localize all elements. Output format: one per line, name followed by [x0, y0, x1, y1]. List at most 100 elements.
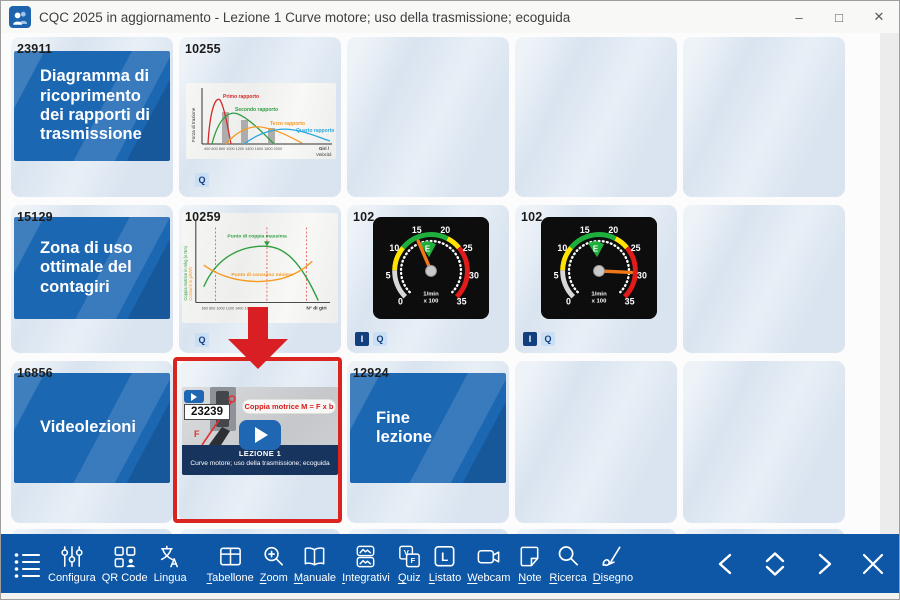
slide-tile: Zona di uso ottimale del contagiri	[14, 217, 170, 319]
toolbar-disegno[interactable]: Disegno	[590, 543, 636, 584]
svg-text:25: 25	[463, 243, 473, 253]
slide-card-gauge-1[interactable]: 102 0 5 10 15 20 25 30 35	[347, 205, 509, 353]
slide-number: 12924	[353, 366, 389, 380]
toolbar-configura[interactable]: Configura	[45, 543, 99, 584]
images-icon	[352, 543, 379, 570]
toolbar-listato[interactable]: L Listato	[426, 543, 464, 584]
svg-text:30: 30	[637, 271, 647, 281]
slide-card-16856[interactable]: Videolezioni 16856	[11, 361, 173, 523]
toolbar-tabellone[interactable]: Tabellone	[204, 543, 257, 584]
toolbar-list-button[interactable]	[9, 549, 45, 579]
svg-text:0: 0	[398, 296, 403, 306]
maximize-button[interactable]: □	[819, 1, 859, 33]
svg-text:x 100: x 100	[592, 298, 607, 304]
info-badge[interactable]: I	[523, 332, 537, 346]
gear-ratio-chart-thumbnail: Primo rapporto Secondo rapporto Terzo ra…	[186, 83, 336, 159]
toolbar-ricerca[interactable]: Ricerca	[546, 543, 589, 584]
tachometer-thumbnail: 0 5 10 15 20 25 30 35 E 1/min x 100	[541, 217, 657, 319]
title-bar: CQC 2025 in aggiornamento - Lezione 1 Cu…	[1, 1, 899, 33]
search-icon	[555, 543, 582, 570]
svg-text:Secondo rapporto: Secondo rapporto	[235, 107, 278, 113]
empty-slide-card[interactable]	[515, 37, 677, 197]
svg-text:25: 25	[631, 243, 641, 253]
scrollbar-track[interactable]	[880, 33, 900, 534]
slide-card-gauge-2[interactable]: 102 0 5 10 15 20 25 30 35	[515, 205, 677, 353]
svg-text:E: E	[425, 244, 430, 253]
svg-text:20: 20	[608, 225, 618, 235]
svg-text:20: 20	[440, 225, 450, 235]
svg-text:Punto di consumo minimo: Punto di consumo minimo	[231, 272, 293, 278]
expand-collapse-button[interactable]	[759, 544, 791, 584]
empty-slide-card[interactable]	[515, 361, 677, 523]
toolbar-integrativi[interactable]: Integrativi	[339, 543, 393, 584]
slide-number: 15129	[17, 210, 53, 224]
svg-text:35: 35	[457, 296, 467, 306]
svg-text:5: 5	[554, 271, 559, 281]
svg-text:Forza di trazione: Forza di trazione	[191, 107, 196, 142]
close-button[interactable]: ✕	[859, 1, 899, 33]
book-icon	[301, 543, 328, 570]
tachometer-thumbnail: 0 5 10 15 20 25 30 35 E 1/min x 100	[373, 217, 489, 319]
close-icon	[859, 550, 887, 578]
toolbar-webcam[interactable]: Webcam	[464, 543, 513, 584]
next-button[interactable]	[808, 544, 840, 584]
toolbar-note[interactable]: Note	[513, 543, 546, 584]
true-false-icon: V F	[396, 543, 423, 570]
chevron-left-icon	[711, 549, 741, 579]
svg-text:10: 10	[389, 243, 399, 253]
svg-text:30: 30	[469, 271, 479, 281]
svg-text:400 600 800 1000 1200: 400 600 800 1000 1200 1400 1600 1800 200…	[204, 147, 282, 151]
quiz-badge[interactable]: Q	[195, 333, 209, 347]
tachometer-gauge: 0 5 10 15 20 25 30 35 E 1/min x 100	[373, 217, 489, 319]
quiz-badge[interactable]: Q	[541, 332, 555, 346]
toolbar-lingua[interactable]: Lingua	[151, 543, 190, 584]
red-pointer-arrow	[228, 307, 288, 371]
svg-text:E: E	[593, 244, 598, 253]
svg-text:35: 35	[625, 296, 635, 306]
empty-slide-card[interactable]	[683, 361, 845, 523]
tachometer-gauge: 0 5 10 15 20 25 30 35 E 1/min x 100	[541, 217, 657, 319]
prev-button[interactable]	[710, 544, 742, 584]
slide-card-12924[interactable]: Fine lezione 12924	[347, 361, 509, 523]
close-lesson-button[interactable]	[857, 544, 889, 584]
translate-icon	[157, 543, 184, 570]
toolbar-qr-code[interactable]: QR Code	[99, 543, 151, 584]
empty-slide-card[interactable]	[683, 205, 845, 353]
svg-text:x 100: x 100	[424, 298, 439, 304]
empty-slide-card[interactable]	[347, 37, 509, 197]
svg-text:Punto di coppia massima: Punto di coppia massima	[227, 233, 287, 239]
svg-text:15: 15	[580, 225, 590, 235]
minimize-button[interactable]: –	[779, 1, 819, 33]
slide-card-23911[interactable]: Diagramma di ricoprimento dei rapporti d…	[11, 37, 173, 197]
note-icon	[516, 543, 543, 570]
slide-number: 10259	[185, 210, 221, 224]
webcam-icon	[475, 543, 502, 570]
window-bottom-edge	[1, 593, 900, 600]
svg-text:15: 15	[412, 225, 422, 235]
slide-card-10255[interactable]: 10255 Primo rapporto Secondo rapporto Te…	[179, 37, 341, 197]
toolbar-manuale[interactable]: Manuale	[291, 543, 339, 584]
empty-slide-card[interactable]	[683, 37, 845, 197]
info-badge[interactable]: I	[355, 332, 369, 346]
quiz-badge[interactable]: Q	[373, 332, 387, 346]
toolbar-zoom[interactable]: Zoom	[257, 543, 291, 584]
svg-text:1/min: 1/min	[423, 292, 439, 298]
window-title: CQC 2025 in aggiornamento - Lezione 1 Cu…	[39, 10, 570, 25]
svg-text:Quarto rapporto: Quarto rapporto	[296, 128, 334, 134]
slide-card-15129[interactable]: Zona di uso ottimale del contagiri 15129	[11, 205, 173, 353]
slide-tile: Videolezioni	[14, 373, 170, 483]
sliders-icon	[58, 543, 85, 570]
slide-number: 102	[521, 210, 542, 224]
chevron-right-icon	[809, 549, 839, 579]
quiz-badge[interactable]: Q	[195, 173, 209, 187]
chevrons-up-down-icon	[759, 548, 791, 580]
gear-ratio-chart: Primo rapporto Secondo rapporto Terzo ra…	[186, 83, 336, 159]
toolbar-quiz[interactable]: V F Quiz	[393, 543, 426, 584]
slide-title: Fine lezione	[350, 403, 464, 454]
pen-icon	[599, 543, 626, 570]
svg-text:Giri /: Giri /	[319, 146, 330, 151]
slide-tile: Fine lezione	[350, 373, 506, 483]
slide-title: Videolezioni	[14, 412, 144, 443]
slide-number: 102	[353, 210, 374, 224]
qr-code-icon	[111, 543, 138, 570]
